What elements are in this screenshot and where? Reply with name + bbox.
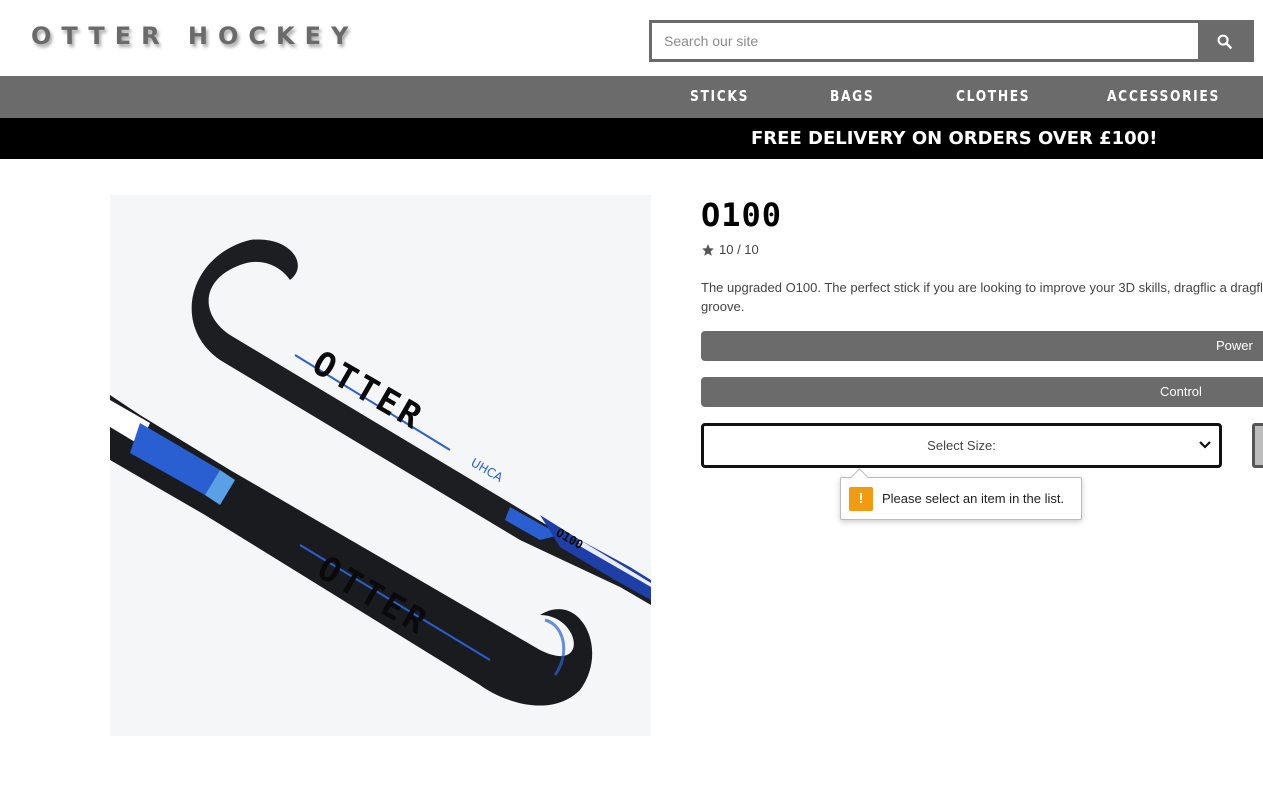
control-attribute-label: Control xyxy=(1160,384,1202,399)
stick-series-label: UHCA xyxy=(469,455,506,485)
site-header: OTTER HOCKEY xyxy=(0,0,1263,76)
product-description: The upgraded O100. The perfect stick if … xyxy=(701,280,1263,314)
search-input[interactable] xyxy=(652,23,1198,59)
add-to-cart-button[interactable] xyxy=(1252,423,1263,468)
nav-item-accessories[interactable]: ACCESSORIES xyxy=(1107,76,1220,118)
warning-icon: ! xyxy=(849,486,873,511)
size-select[interactable]: Select Size: xyxy=(701,423,1222,468)
rating-value: 10 / 10 xyxy=(719,242,759,257)
search-form xyxy=(649,20,1254,62)
product-title: O100 xyxy=(701,196,783,234)
size-select-value: Select Size: xyxy=(927,438,996,453)
validation-message: Please select an item in the list. xyxy=(882,491,1065,506)
search-icon xyxy=(1217,34,1232,49)
promo-banner-text: FREE DELIVERY ON ORDERS OVER £100! xyxy=(751,128,1158,149)
nav-item-clothes[interactable]: CLOTHES xyxy=(956,76,1030,118)
power-attribute-label: Power xyxy=(1216,338,1253,353)
promo-banner: FREE DELIVERY ON ORDERS OVER £100! xyxy=(0,118,1263,159)
product-rating: 10 / 10 xyxy=(701,242,759,257)
product-image: OTTER UHCA O100 OTTER xyxy=(110,195,651,736)
star-icon xyxy=(702,243,714,256)
chevron-down-icon xyxy=(1199,441,1211,449)
control-attribute-bar[interactable]: Control xyxy=(701,377,1263,407)
nav-item-sticks[interactable]: STICKS xyxy=(690,76,749,118)
site-logo[interactable]: OTTER HOCKEY xyxy=(31,22,358,50)
power-attribute-bar[interactable]: Power xyxy=(701,331,1263,361)
search-button[interactable] xyxy=(1198,23,1251,59)
main-nav: STICKS BAGS CLOTHES ACCESSORIES xyxy=(0,76,1263,118)
validation-tooltip: ! Please select an item in the list. xyxy=(840,477,1082,520)
hockey-sticks-illustration: OTTER UHCA O100 OTTER xyxy=(110,239,651,706)
nav-item-bags[interactable]: BAGS xyxy=(830,76,874,118)
